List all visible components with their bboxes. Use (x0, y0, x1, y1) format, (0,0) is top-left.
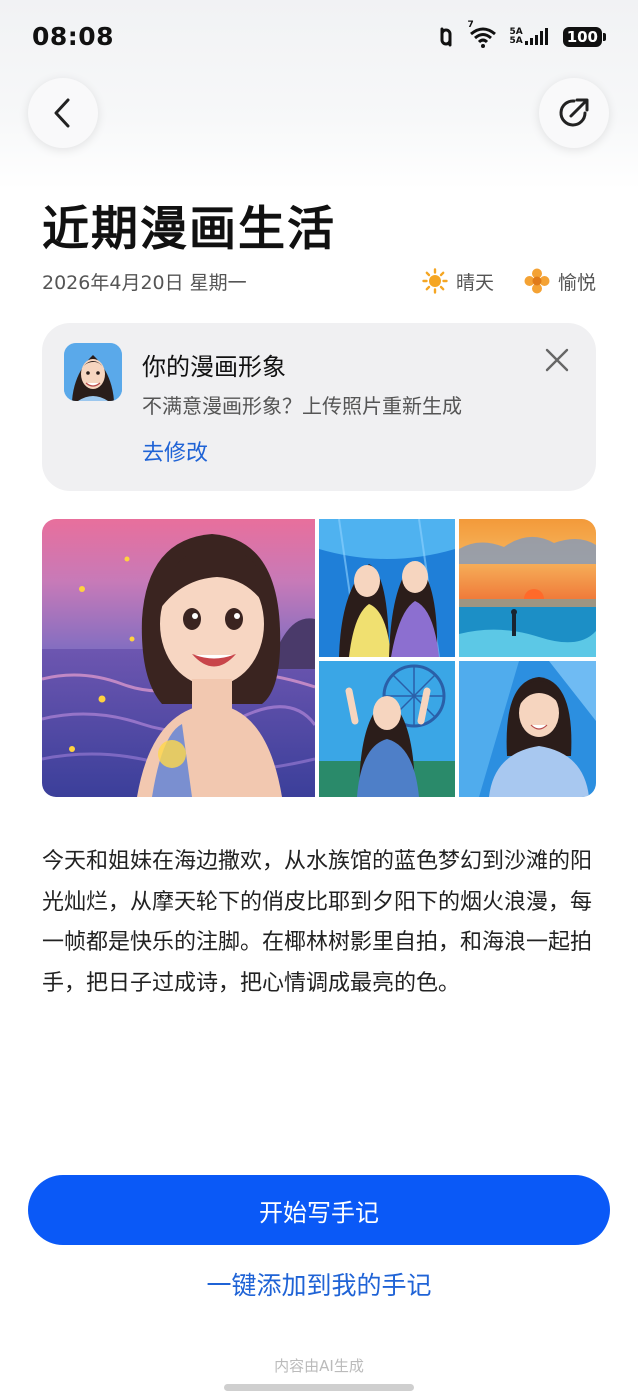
mood-tag[interactable]: 愉悦 (524, 268, 596, 295)
cellular-signal-icon: 5A 5A (509, 27, 550, 47)
avatar-card: 你的漫画形象 不满意漫画形象？上传照片重新生成 去修改 (42, 323, 596, 491)
screen: 08:08 7 5A 5A 100 近期漫画生活 2026年4月20日 星期一 … (0, 0, 638, 1398)
collage-photo-ferris-wheel[interactable] (319, 661, 455, 797)
collage-photo-blue-portrait[interactable] (459, 661, 596, 797)
collage-photo-aquarium[interactable] (319, 519, 455, 657)
status-icons: 7 5A 5A 100 (435, 20, 606, 48)
collage-photo-sunset-beach[interactable] (459, 519, 596, 657)
diary-meta: 2026年4月20日 星期一 晴天 愉悦 (42, 266, 596, 296)
nfc-icon (435, 26, 457, 48)
weather-label: 晴天 (455, 271, 494, 294)
page-title: 近期漫画生活 (42, 202, 336, 257)
flower-icon (524, 268, 550, 294)
edit-avatar-link[interactable]: 去修改 (142, 435, 208, 467)
comic-photo-collage (42, 519, 596, 797)
network-type-bottom: 5A (509, 36, 523, 46)
start-journal-button[interactable]: 开始写手记 (28, 1175, 610, 1245)
wifi-icon: 7 (467, 20, 497, 48)
share-button[interactable] (539, 78, 609, 148)
battery-icon: 100 (562, 27, 606, 47)
avatar-card-subtitle: 不满意漫画形象？上传照片重新生成 (142, 394, 462, 418)
close-icon[interactable] (542, 345, 572, 375)
weather-tag[interactable]: 晴天 (422, 268, 494, 295)
diary-story-text: 今天和姐妹在海边撒欢，从水族馆的蓝色梦幻到沙滩的阳光灿烂，从摩天轮下的俏皮比耶到… (42, 849, 593, 996)
share-arrow-icon (559, 98, 589, 127)
sun-icon (422, 268, 448, 294)
home-indicator[interactable] (224, 1384, 414, 1391)
wifi-label: 7 (467, 20, 474, 30)
battery-level: 100 (562, 27, 602, 47)
diary-tags: 晴天 愉悦 (422, 268, 596, 295)
back-button[interactable] (28, 78, 98, 148)
status-bar: 08:08 7 5A 5A 100 (0, 0, 638, 80)
add-to-journal-link[interactable]: 一键添加到我的手记 (0, 1266, 638, 1302)
mood-label: 愉悦 (557, 271, 596, 294)
network-type: 5A 5A (509, 28, 522, 46)
avatar-card-title: 你的漫画形象 (142, 353, 286, 381)
ai-generated-note: 内容由AI生成 (274, 1357, 364, 1375)
chevron-left-icon (54, 98, 70, 128)
comic-avatar-thumbnail[interactable] (64, 343, 122, 401)
diary-date: 2026年4月20日 星期一 (42, 271, 247, 294)
battery-tip (603, 33, 606, 41)
status-time: 08:08 (32, 22, 115, 51)
collage-photo-sunset-portrait[interactable] (42, 519, 315, 797)
